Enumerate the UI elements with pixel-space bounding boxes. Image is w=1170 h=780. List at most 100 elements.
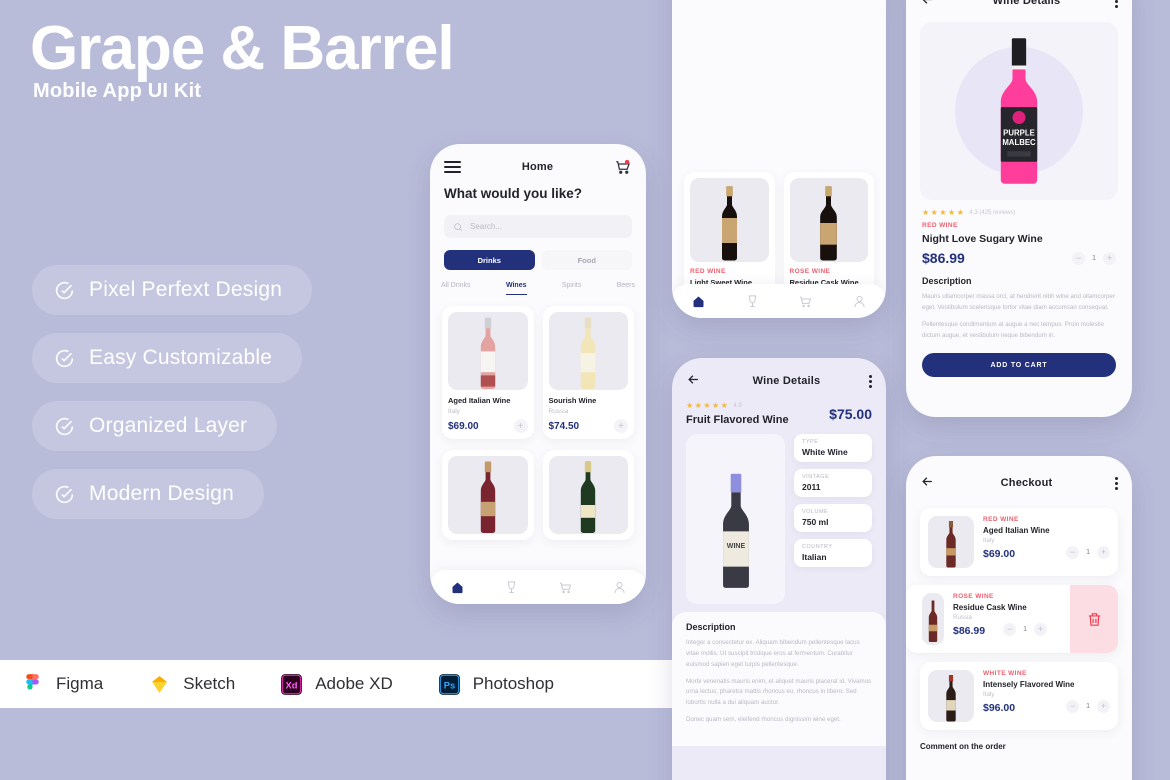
quantity-increase-button[interactable]: +: [1103, 251, 1116, 265]
checkout-item-list: RED WINE Aged Italian Wine Italy $69.00 …: [906, 498, 1132, 751]
screen-title: Wine Details: [752, 375, 821, 387]
product-card[interactable]: Sourish Wine Russia $74.50 +: [542, 306, 634, 439]
nav-wine-glass-icon[interactable]: [745, 294, 760, 309]
quantity-value: 1: [1086, 702, 1090, 710]
product-category: RED WINE: [922, 222, 958, 229]
tab-beers[interactable]: Beers: [617, 282, 635, 295]
feature-pill: Modern Design: [32, 469, 265, 519]
wine-bottle-red-icon: [946, 521, 956, 568]
nav-home-icon[interactable]: [450, 580, 465, 595]
description-paragraph: Pellentesque condimentum at augue a nec …: [922, 320, 1104, 339]
tool-photoshop: Ps Photoshop: [437, 672, 554, 697]
wine-bottle-green-icon: [581, 461, 596, 533]
product-name: Sourish Wine: [548, 396, 597, 405]
back-arrow-icon[interactable]: [920, 474, 938, 492]
feature-label: Organized Layer: [89, 414, 248, 437]
product-category: RED WINE: [983, 516, 1019, 523]
product-category: RED WINE: [690, 268, 726, 275]
back-arrow-icon[interactable]: [686, 372, 704, 390]
quantity-decrease-button[interactable]: −: [1003, 622, 1017, 636]
hamburger-icon[interactable]: [444, 158, 461, 176]
spec-key: COUNTRY: [802, 544, 833, 550]
quantity-decrease-button[interactable]: −: [1066, 545, 1080, 559]
nav-cart-icon[interactable]: [798, 294, 813, 309]
product-image: [928, 670, 974, 722]
quantity-decrease-button[interactable]: −: [1066, 699, 1080, 713]
checkout-item[interactable]: WHITE WINE Intensely Flavored Wine Italy…: [920, 662, 1118, 730]
more-vertical-icon[interactable]: [1115, 475, 1118, 492]
spec-value: White Wine: [802, 447, 848, 457]
add-to-cart-button[interactable]: +: [513, 419, 528, 433]
product-price: $86.99: [953, 625, 986, 637]
rating-stars: ★ ★ ★ ★ ★ 4.9: [686, 402, 789, 410]
product-image: [548, 456, 628, 534]
product-price: $96.00: [983, 702, 1016, 714]
segment-food[interactable]: Food: [541, 250, 632, 270]
product-grid-row-1: Aged Italian Wine Italy $69.00 + Sourish…: [430, 295, 646, 439]
more-vertical-icon[interactable]: [1115, 0, 1118, 10]
product-image: [789, 178, 868, 262]
product-card[interactable]: Aged Italian Wine Italy $69.00 +: [442, 306, 534, 439]
product-footer: $74.50 +: [549, 419, 628, 433]
star-icon: ★: [956, 208, 964, 217]
wine-bottle-rose-icon: [820, 186, 838, 261]
nav-cart-icon[interactable]: [558, 580, 573, 595]
quantity-decrease-button[interactable]: −: [1072, 251, 1086, 265]
product-name: Fruit Flavored Wine: [686, 414, 789, 426]
wine-bottle-blue-icon: WINE: [722, 473, 749, 588]
quantity-stepper[interactable]: − 1 +: [1066, 699, 1110, 713]
tab-all-drinks[interactable]: All Drinks: [441, 282, 471, 295]
feature-list: Pixel Perfext Design Easy Customizable O…: [32, 265, 313, 537]
add-to-cart-button[interactable]: ADD TO CART: [922, 353, 1116, 378]
description-paragraph: Donec quam sem, eleifend rhoncus digniss…: [686, 716, 841, 724]
search-input[interactable]: Search...: [444, 215, 632, 238]
screen-title: Checkout: [1000, 477, 1053, 489]
nav-profile-icon[interactable]: [852, 294, 867, 309]
drink-tabs: All Drinks Wines Spirits Beers: [441, 282, 635, 295]
tab-wines[interactable]: Wines: [505, 282, 527, 295]
wine-bottle-white-icon: [581, 317, 596, 389]
check-circle-icon: [54, 484, 75, 505]
check-circle-icon: [54, 280, 75, 301]
tool-label: Sketch: [183, 674, 236, 693]
feature-pill: Easy Customizable: [32, 333, 303, 383]
quantity-increase-button[interactable]: +: [1097, 699, 1110, 713]
quantity-value: 1: [1092, 254, 1096, 262]
spec-vintage: VINTAGE 2011: [794, 469, 872, 497]
product-image: WINE: [686, 434, 785, 604]
checkout-item[interactable]: RED WINE Aged Italian Wine Italy $69.00 …: [920, 508, 1118, 576]
checkout-item[interactable]: ROSE WINE Residue Cask Wine Russia $86.9…: [906, 585, 1118, 653]
svg-text:Ps: Ps: [443, 680, 454, 690]
svg-text:PURPLE: PURPLE: [1003, 129, 1035, 138]
star-icon: ★: [930, 208, 938, 217]
nav-wine-glass-icon[interactable]: [504, 580, 519, 595]
rating-stars: ★ ★ ★ ★ ★ 4.3 (425 reviews): [922, 209, 1116, 217]
quantity-stepper[interactable]: − 1 +: [1072, 251, 1116, 265]
add-to-cart-button[interactable]: +: [614, 419, 628, 433]
trash-icon: [1088, 612, 1100, 626]
segment-drinks[interactable]: Drinks: [444, 250, 535, 270]
nav-profile-icon[interactable]: [612, 580, 627, 595]
quantity-increase-button[interactable]: +: [1097, 545, 1110, 559]
product-card[interactable]: [542, 450, 634, 540]
wine-bottle-red-icon: [480, 461, 495, 533]
delete-item-button[interactable]: [1070, 585, 1118, 653]
feature-label: Pixel Perfext Design: [89, 278, 283, 301]
product-category: WHITE WINE: [983, 670, 1027, 677]
rating-and-name: ★ ★ ★ ★ ★ 4.9 Fruit Flavored Wine: [686, 402, 789, 427]
quantity-stepper[interactable]: − 1 +: [1003, 622, 1048, 636]
cart-icon[interactable]: [614, 158, 632, 176]
more-vertical-icon[interactable]: [869, 373, 872, 390]
back-arrow-icon[interactable]: [920, 0, 938, 10]
rating-value: 4.9: [733, 403, 742, 409]
spec-type: TYPE White Wine: [794, 434, 872, 462]
nav-home-icon[interactable]: [691, 294, 706, 309]
quantity-stepper[interactable]: − 1 +: [1066, 545, 1110, 559]
tab-spirits[interactable]: Spirits: [562, 282, 581, 295]
feature-pill: Pixel Perfext Design: [32, 265, 313, 315]
product-image: [690, 178, 769, 262]
details-appbar: Wine Details: [906, 0, 1132, 16]
product-card[interactable]: [442, 450, 534, 540]
spec-key: VOLUME: [802, 509, 829, 515]
quantity-increase-button[interactable]: +: [1034, 622, 1048, 636]
